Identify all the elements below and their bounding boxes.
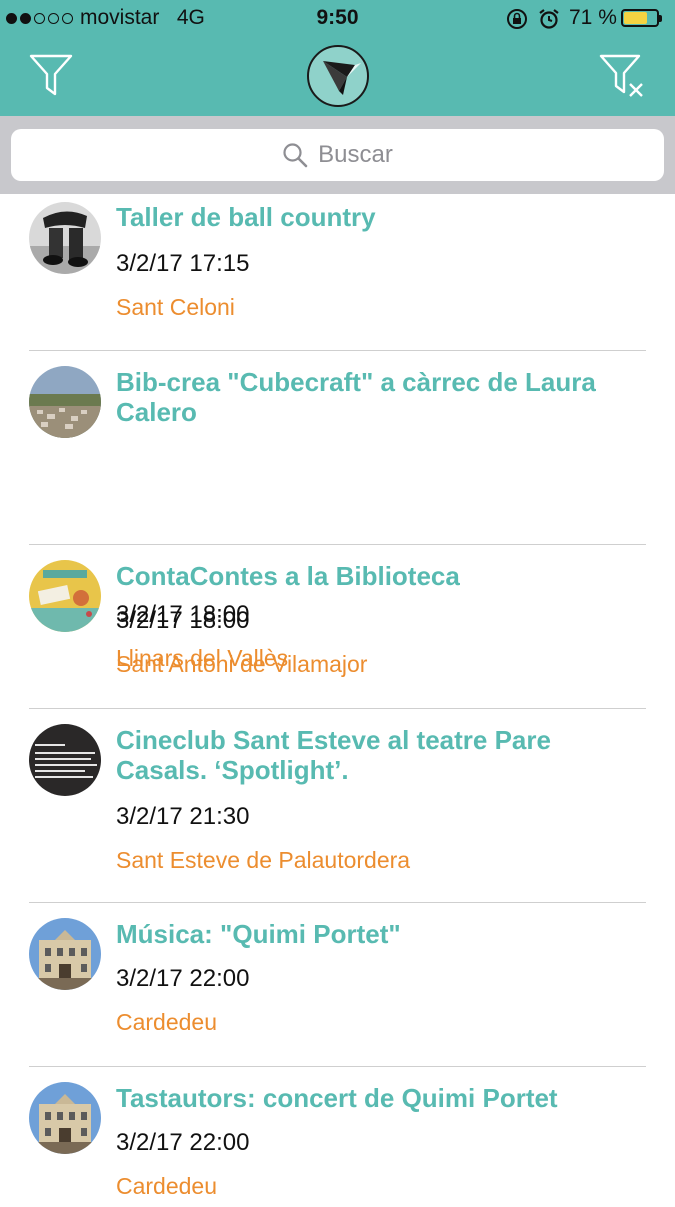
event-place: Cardedeu [116,1009,218,1035]
alarm-icon [539,9,559,29]
search-bar-container: Buscar [0,116,675,194]
battery-percentage: 71 % [569,6,617,29]
filter-button[interactable] [28,50,74,98]
clear-filter-button[interactable] [598,50,650,100]
event-datetime: 3/2/17 21:30 [116,803,250,830]
event-thumbnail [29,1082,101,1154]
event-title: Música: "Quimi Portet" [116,919,401,949]
event-thumbnail [29,202,101,274]
app-logo-icon[interactable] [307,45,369,107]
list-item[interactable]: Cineclub Sant Esteve al teatre Pare Casa… [0,709,675,903]
event-title: Taller de ball country [116,202,376,232]
event-thumbnail [29,724,101,796]
event-place: Cardedeu [116,1173,218,1199]
event-list: Taller de ball country 3/2/17 17:15 Sant… [0,194,675,1207]
event-datetime: 3/2/17 22:00 [116,1129,250,1156]
app-header: movistar 4G 9:50 71 % [0,0,675,116]
list-item[interactable]: Música: "Quimi Portet" 3/2/17 22:00 Card… [0,903,675,1067]
list-item[interactable]: ContaContes a la Biblioteca 3/2/17 18:00… [0,545,675,709]
event-datetime: 3/2/17 17:15 [116,250,250,277]
list-item[interactable]: Tastautors: concert de Quimi Portet 3/2/… [0,1067,675,1207]
search-icon [283,143,308,168]
rotation-lock-icon [507,9,527,29]
event-title: Cineclub Sant Esteve al teatre Pare Casa… [116,725,551,785]
search-placeholder: Buscar [318,141,393,168]
event-title: Tastautors: concert de Quimi Portet [116,1083,558,1113]
event-title: ContaContes a la Biblioteca [116,561,460,591]
battery-icon [621,9,662,27]
event-place: Sant Esteve de Palautordera [116,847,411,873]
event-thumbnail [29,366,101,438]
event-place: Sant Antoni de Vilamajor [116,651,368,677]
event-thumbnail [29,560,101,632]
status-bar: movistar 4G 9:50 71 % [0,0,675,38]
event-place: Sant Celoni [116,294,235,320]
event-thumbnail [29,918,101,990]
event-datetime: 3/2/17 18:00 [116,607,250,634]
filter-clear-icon [599,54,643,97]
list-item[interactable]: Bib-crea "Cubecraft" a càrrec de Laura C… [0,351,675,671]
event-title: Bib-crea "Cubecraft" a càrrec de Laura C… [116,367,596,427]
filter-icon [29,54,73,96]
search-input[interactable]: Buscar [11,129,664,181]
list-item[interactable]: Taller de ball country 3/2/17 17:15 Sant… [0,194,675,351]
event-datetime: 3/2/17 22:00 [116,965,250,992]
